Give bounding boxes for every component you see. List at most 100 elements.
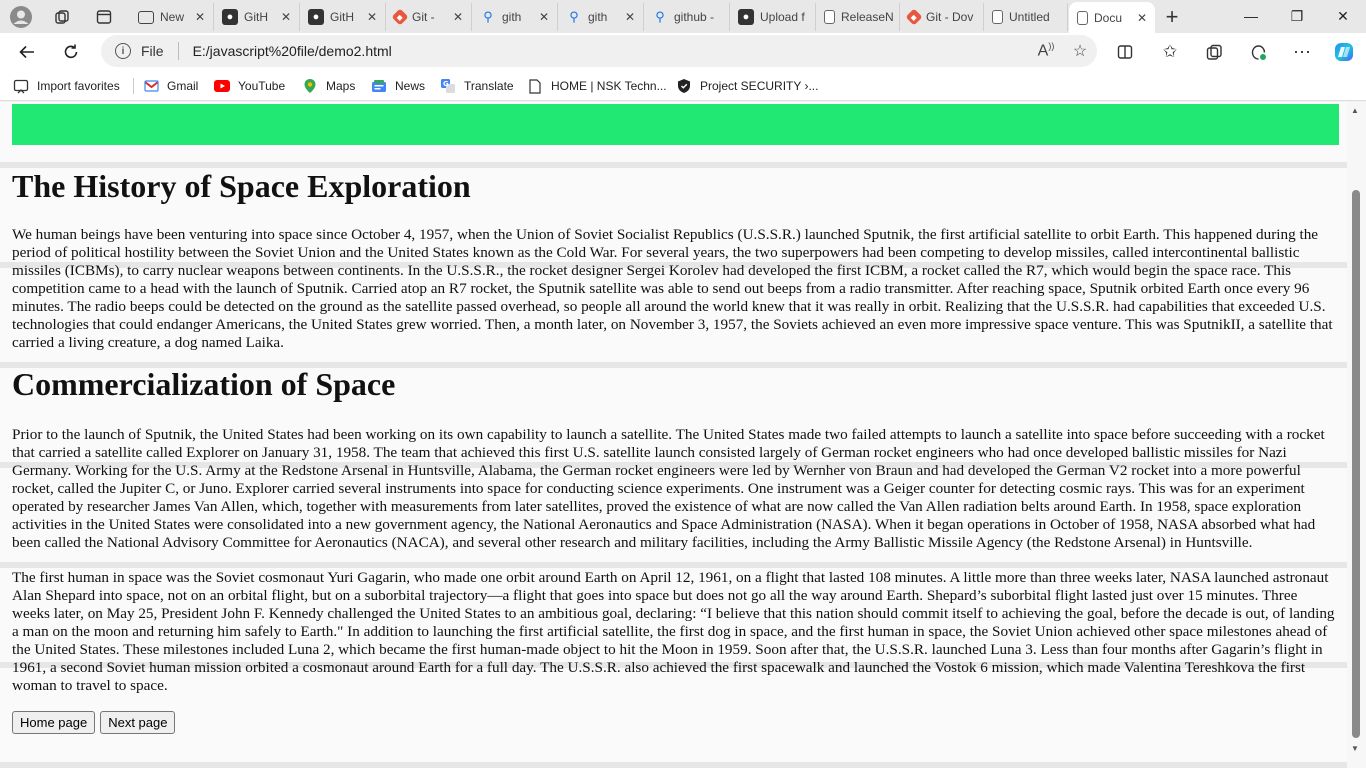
tab-title: ReleaseN xyxy=(841,10,893,24)
news-icon xyxy=(371,78,387,94)
favorite-label: HOME | NSK Techn... xyxy=(551,79,667,93)
document-icon xyxy=(1077,10,1088,25)
favorites-bar: Import favorites Gmail YouTube Maps News… xyxy=(0,71,1366,101)
favorite-label: News xyxy=(395,79,426,93)
read-aloud-icon[interactable]: A)) xyxy=(1029,41,1063,60)
document-icon xyxy=(992,10,1003,24)
tab-title: github - xyxy=(674,10,715,24)
tab-title: GitH xyxy=(244,10,268,24)
copilot-icon[interactable] xyxy=(1328,37,1360,67)
document-icon xyxy=(824,10,835,24)
refresh-icon[interactable] xyxy=(56,37,86,67)
close-icon[interactable]: ✕ xyxy=(451,10,465,24)
url-text[interactable]: E:/javascript%20file/demo2.html xyxy=(193,43,1029,59)
tab-9[interactable]: ◆ Git - Dov xyxy=(900,3,984,31)
favorite-star-icon[interactable]: ☆ xyxy=(1063,41,1097,61)
favorite-maps[interactable]: Maps xyxy=(302,77,355,95)
tab-5[interactable]: ⚲ gith ✕ xyxy=(558,3,644,31)
favorite-nsk[interactable]: HOME | NSK Techn... xyxy=(527,77,667,95)
github-icon: ● xyxy=(738,9,754,25)
collections-icon[interactable] xyxy=(1198,37,1230,67)
paragraph-history: We human beings have been venturing into… xyxy=(12,226,1333,351)
workspaces-icon[interactable] xyxy=(47,3,77,31)
address-bar[interactable]: i File E:/javascript%20file/demo2.html A… xyxy=(101,35,1097,67)
paragraph-commercialization: Prior to the launch of Sputnik, the Unit… xyxy=(12,426,1325,551)
scroll-down-icon[interactable]: ▼ xyxy=(1351,744,1359,753)
tab-1[interactable]: ● GitH ✕ xyxy=(214,3,300,31)
tab-title: Untitled xyxy=(1009,10,1050,24)
scroll-up-icon[interactable]: ▲ xyxy=(1351,106,1359,115)
page-viewport: The History of Space Exploration We huma… xyxy=(0,102,1366,768)
minimize-icon[interactable]: — xyxy=(1228,0,1274,32)
tab-title: Docu xyxy=(1094,10,1123,25)
favorite-import[interactable]: Import favorites xyxy=(13,77,120,95)
tab-3[interactable]: ◆ Git - ✕ xyxy=(386,3,472,31)
git-icon: ◆ xyxy=(905,8,923,26)
scrollbar-thumb[interactable] xyxy=(1352,190,1360,738)
close-icon[interactable]: ✕ xyxy=(537,10,551,24)
favorite-translate[interactable]: G Translate xyxy=(440,77,514,95)
tab-actions-icon[interactable] xyxy=(89,3,119,31)
close-icon[interactable]: ✕ xyxy=(365,10,379,24)
profile-icon[interactable] xyxy=(6,3,36,31)
import-icon xyxy=(13,78,29,94)
gmail-icon xyxy=(143,78,159,94)
tab-11-active[interactable]: Docu ✕ xyxy=(1069,2,1155,33)
tab-7[interactable]: ● Upload f xyxy=(730,3,816,31)
restore-icon[interactable]: ❐ xyxy=(1274,0,1320,32)
favorite-label: Project SECURITY ›... xyxy=(700,79,819,93)
vertical-scrollbar[interactable]: ▲ ▼ xyxy=(1347,102,1366,768)
divider xyxy=(177,42,179,60)
close-icon[interactable]: ✕ xyxy=(193,10,207,24)
favorite-label: Import favorites xyxy=(37,79,120,93)
shield-icon xyxy=(676,78,692,94)
split-screen-icon[interactable] xyxy=(1109,37,1141,67)
tab-title: Upload f xyxy=(760,10,805,24)
tab-2[interactable]: ● GitH ✕ xyxy=(300,3,386,31)
search-icon: ⚲ xyxy=(655,9,665,24)
tab-title: Git - xyxy=(412,10,435,24)
tab-6[interactable]: ⚲ github - xyxy=(644,3,730,31)
window-close-icon[interactable]: ✕ xyxy=(1320,0,1366,32)
page-content: The History of Space Exploration We huma… xyxy=(12,104,1339,734)
favorite-label: Maps xyxy=(326,79,356,93)
favorites-icon[interactable]: ✩ xyxy=(1154,37,1186,67)
tab-0[interactable]: New ✕ xyxy=(130,3,214,31)
news-icon xyxy=(138,10,154,24)
git-icon: ◆ xyxy=(391,8,409,26)
tab-title: Git - Dov xyxy=(926,10,974,24)
translate-icon: G xyxy=(440,78,456,94)
favorite-news[interactable]: News xyxy=(371,77,425,95)
browser-essentials-icon[interactable] xyxy=(1242,37,1274,67)
new-tab-icon[interactable]: + xyxy=(1157,3,1187,31)
tab-title: GitH xyxy=(330,10,354,24)
more-options-icon[interactable]: ⋯ xyxy=(1286,37,1318,67)
svg-text:G: G xyxy=(443,80,449,88)
navigation-toolbar: i File E:/javascript%20file/demo2.html A… xyxy=(0,33,1366,71)
tab-8[interactable]: ReleaseN xyxy=(816,3,900,31)
close-icon[interactable]: ✕ xyxy=(623,10,637,24)
page-heading-history: The History of Space Exploration xyxy=(12,168,471,204)
paragraph-first-human: The first human in space was the Soviet … xyxy=(12,569,1335,694)
close-icon[interactable]: ✕ xyxy=(279,10,293,24)
favorite-label: Gmail xyxy=(167,79,199,93)
github-icon: ● xyxy=(222,9,238,25)
github-icon: ● xyxy=(308,9,324,25)
page-buttons: Home page Next page xyxy=(12,711,1339,734)
tab-title: New xyxy=(160,10,185,24)
next-page-button[interactable]: Next page xyxy=(100,711,176,734)
maps-icon xyxy=(302,78,318,94)
favorite-youtube[interactable]: YouTube xyxy=(214,77,285,95)
back-icon[interactable] xyxy=(12,37,42,67)
info-icon[interactable]: i xyxy=(115,43,131,59)
search-icon: ⚲ xyxy=(569,9,579,24)
tab-10[interactable]: Untitled xyxy=(984,3,1068,31)
tab-4[interactable]: ⚲ gith ✕ xyxy=(472,3,558,31)
close-icon[interactable]: ✕ xyxy=(1135,11,1149,25)
tab-strip: New ✕ ● GitH ✕ ● GitH ✕ ◆ Git - ✕ ⚲ gith… xyxy=(0,0,1366,33)
favorite-project-security[interactable]: Project SECURITY ›... xyxy=(676,77,818,95)
favorite-gmail[interactable]: Gmail xyxy=(143,77,198,95)
youtube-icon xyxy=(214,78,230,94)
home-page-button[interactable]: Home page xyxy=(12,711,96,734)
search-icon: ⚲ xyxy=(483,9,493,24)
